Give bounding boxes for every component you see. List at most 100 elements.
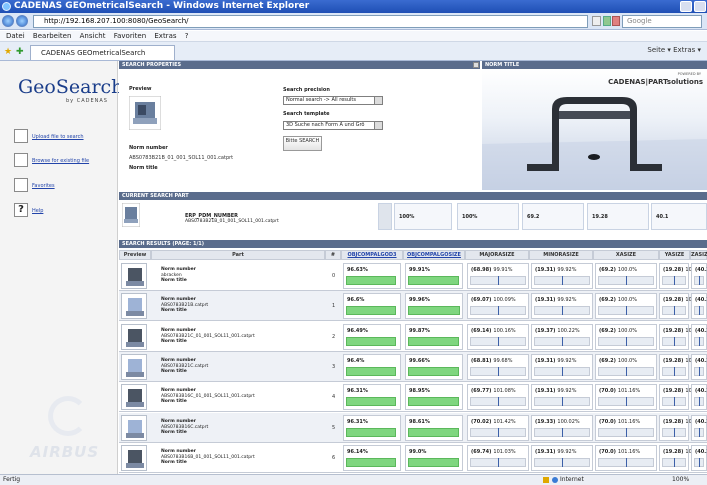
minimize-button[interactable]	[680, 1, 692, 12]
metric-percent: 100.0%	[617, 328, 637, 334]
metric-value: (68.98) 99.91%	[471, 267, 512, 273]
menu-extras[interactable]: Extras	[154, 31, 176, 42]
help-link[interactable]: Help	[32, 208, 43, 214]
menu-ansicht[interactable]: Ansicht	[80, 31, 106, 42]
table-row[interactable]: Norm number ABS0783B16C.catprt Norm title 5…	[119, 413, 707, 443]
command-bar[interactable]: Seite ▾ Extras ▾	[647, 46, 701, 54]
upload-icon[interactable]	[14, 129, 28, 143]
precision-select[interactable]: Normal search -> All results	[283, 96, 383, 105]
metric-value: 96.4%	[347, 358, 365, 364]
part-cell[interactable]: Norm number ABS0783B16B_01_001_SOL11_001.…	[161, 449, 255, 466]
search-input[interactable]: Google	[622, 15, 702, 28]
col-yasize[interactable]: YASIZE	[659, 250, 690, 260]
part-thumbnail[interactable]	[121, 324, 147, 350]
url-input[interactable]: http://192.168.207.100:8080/GeoSearch/	[33, 15, 588, 28]
upload-link[interactable]: Upload file to search	[32, 134, 84, 140]
url-dropdown-icon[interactable]	[592, 16, 601, 26]
metric-abs: (69.74)	[471, 449, 492, 455]
browse-link[interactable]: Browse for existing file	[32, 158, 89, 164]
part-cell[interactable]: Norm number ABS0783B21C_01_001_SOL11_001.…	[161, 328, 255, 345]
favorites-icon[interactable]	[14, 178, 28, 192]
stop-icon[interactable]	[612, 16, 620, 26]
results-header: SEARCH RESULTS (PAGE: 1/1)	[119, 240, 707, 248]
col-objcompalgod3[interactable]: OBJCOMPALGOD3	[341, 250, 403, 260]
tab-geosearch[interactable]: CADENAS GEOmetricalSearch	[30, 45, 175, 60]
metric-percent: 100.02%	[557, 419, 580, 425]
metric-abs: (19.28)	[663, 328, 684, 334]
metric-major: (68.98) 99.91%	[467, 263, 529, 289]
menu-help[interactable]: ?	[185, 31, 189, 42]
metric-major: (69.07) 100.09%	[467, 293, 529, 319]
menu-bearbeiten[interactable]: Bearbeiten	[33, 31, 71, 42]
metric-value: (19.31) 99.92%	[535, 297, 576, 303]
favorites-link[interactable]: Favorites	[32, 183, 55, 189]
metric-za: (40.1)100.0%	[691, 445, 707, 471]
similarity-bar	[346, 458, 396, 467]
metric-value: (19.31) 99.92%	[535, 449, 576, 455]
col-zasize[interactable]: ZASIZE	[690, 250, 707, 260]
search-button[interactable]: Bitte SEARCH	[283, 136, 322, 151]
metric-xa: (70.0) 101.16%	[595, 445, 657, 471]
similarity-bar	[346, 397, 396, 406]
part-thumbnail[interactable]	[121, 384, 147, 410]
metric-percent: 101.16%	[617, 449, 641, 455]
metric-value: 96.14%	[347, 449, 368, 455]
norm-title-3d-view[interactable]: POWERED BY CADENAS|PARTsolutions	[482, 69, 707, 190]
deviation-marker	[699, 337, 700, 346]
help-icon[interactable]: ?	[14, 203, 28, 217]
col-xasize[interactable]: XASIZE	[593, 250, 659, 260]
internet-explorer-icon	[2, 2, 11, 11]
norm-title-label: Norm title	[129, 165, 158, 171]
part-thumbnail[interactable]	[121, 445, 147, 471]
table-row[interactable]: Norm number ABS0783B16B_01_001_SOL11_001.…	[119, 443, 707, 473]
col-minorasize[interactable]: MINORASIZE	[529, 250, 593, 260]
metric-percent: 99.68%	[493, 358, 513, 364]
part-thumbnail[interactable]	[121, 415, 147, 441]
metric-size: 99.96%	[405, 293, 463, 319]
part-thumbnail[interactable]	[121, 354, 147, 380]
deviation-marker	[562, 458, 563, 467]
chevron-down-icon	[374, 97, 382, 104]
collapse-icon[interactable]	[473, 62, 479, 68]
part-thumbnail[interactable]	[121, 293, 147, 319]
table-row[interactable]: Norm number ABS0783B16C_01_001_SOL11_001.…	[119, 382, 707, 412]
table-row[interactable]: Norm number ABS0783B21C.catprt Norm title 3…	[119, 352, 707, 382]
part-label: Norm title	[161, 278, 187, 283]
similarity-bar	[346, 367, 396, 376]
favorites-star-icon[interactable]: ★	[4, 47, 12, 57]
col-objcompalgosize[interactable]: OBJCOMPALGOSIZE	[403, 250, 465, 260]
part-cell[interactable]: Norm number ABS0783B21B.catprt Norm title	[161, 297, 208, 314]
forward-icon[interactable]	[16, 15, 28, 27]
col-index: #	[325, 250, 341, 260]
table-row[interactable]: Norm number abracken Norm title 0 96.63% 99.9…	[119, 261, 707, 291]
tab-title: CADENAS GEOmetricalSearch	[41, 49, 146, 57]
part-cell[interactable]: Norm number ABS0783B16C.catprt Norm title	[161, 419, 208, 436]
metric-value: (40.1)100.0%	[695, 388, 707, 394]
col-majorasize[interactable]: MAJORASIZE	[465, 250, 529, 260]
back-icon[interactable]	[2, 15, 14, 27]
metric-value: (19.37) 100.22%	[535, 328, 580, 334]
part-thumbnail[interactable]	[121, 263, 147, 289]
part-cell[interactable]: Norm number abracken Norm title	[161, 267, 196, 284]
table-row[interactable]: Norm number ABS0783B21B.catprt Norm title 1…	[119, 291, 707, 321]
zoom-level[interactable]: 100%	[672, 475, 689, 485]
browse-icon[interactable]	[14, 153, 28, 167]
metric-percent: 100.22%	[557, 328, 580, 334]
metric-abs: (19.28)	[663, 419, 684, 425]
metric-abs: (19.28)	[663, 267, 684, 273]
menu-datei[interactable]: Datei	[6, 31, 25, 42]
part-cell[interactable]: Norm number ABS0783B16C_01_001_SOL11_001.…	[161, 388, 255, 405]
menu-favoriten[interactable]: Favoriten	[114, 31, 146, 42]
metric-value: 99.0%	[409, 449, 427, 455]
deviation-marker	[498, 367, 499, 376]
maximize-button[interactable]	[694, 1, 706, 12]
refresh-icon[interactable]	[603, 16, 611, 26]
add-favorites-icon[interactable]: ✚	[16, 47, 24, 57]
metric-percent: 99.92%	[557, 388, 577, 394]
part-cell[interactable]: Norm number ABS0783B21C.catprt Norm title	[161, 358, 208, 375]
template-value: 3D Suche nach Form A und Grö	[286, 122, 365, 128]
metric-minor: (19.37) 100.22%	[531, 324, 593, 350]
similarity-bar	[408, 428, 459, 437]
template-select[interactable]: 3D Suche nach Form A und Grö	[283, 121, 383, 130]
table-row[interactable]: Norm number ABS0783B21C_01_001_SOL11_001.…	[119, 322, 707, 352]
